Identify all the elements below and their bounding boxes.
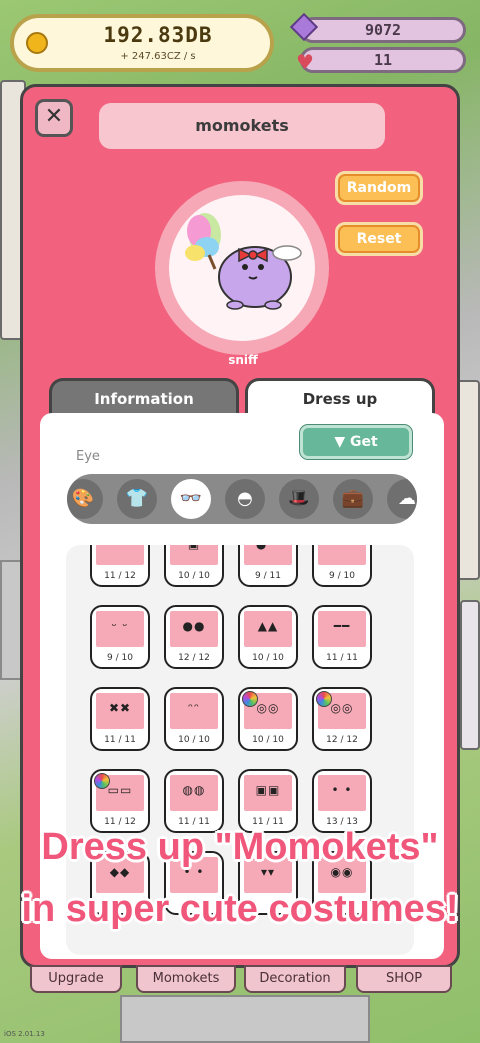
item-tile[interactable]: • • 13 / 13 [312,769,372,833]
mouth-icon[interactable]: ◓ [225,479,265,519]
nav-shop[interactable]: SHOP [356,965,452,993]
glasses-icon[interactable]: 👓 [171,479,211,519]
currency-display[interactable]: 192.83DB + 247.63CZ / s [10,14,274,72]
bag-icon[interactable]: 💼 [333,479,373,519]
building [460,600,480,750]
item-tile[interactable]: ᵕ ᵕ9 / 10 [90,605,150,669]
road [0,560,22,680]
road [120,995,370,1043]
coin-icon [26,32,48,54]
currency-amount: 192.83DB [103,23,213,47]
item-tile[interactable]: ▣▣ 11 / 11 [238,769,298,833]
category-label: Eye [76,449,100,464]
item-tile[interactable]: ◍◍ 11 / 11 [164,769,224,833]
tab-dress-up[interactable]: Dress up [245,378,435,418]
item-tile[interactable]: ◎◎ 10 / 10 [238,687,298,751]
nav-momokets[interactable]: Momokets [136,965,236,993]
close-icon: ✕ [44,104,64,129]
reset-button[interactable]: Reset [335,222,423,256]
promo-caption-line1: Dress up "Momokets" [41,826,439,868]
random-button[interactable]: Random [335,171,423,205]
get-button[interactable]: ▼ Get [300,425,412,459]
close-button[interactable]: ✕ [35,99,73,137]
item-tile[interactable]: ━━ 11 / 11 [312,605,372,669]
momoket-character [185,213,302,310]
item-tile[interactable]: ▲▲ 10 / 10 [238,605,298,669]
heart-icon: ♥ [296,50,314,74]
avatar-preview [155,181,329,355]
item-tile[interactable]: ●● 12 / 12 [164,605,224,669]
category-bar[interactable]: 🎨 👕 👓 ◓ 🎩 💼 ☁ [67,474,417,524]
item-tile[interactable]: ◎◎ 12 / 12 [312,687,372,751]
hat-icon[interactable]: 🎩 [279,479,319,519]
item-tile[interactable]: ✖✖ 11 / 11 [90,687,150,751]
item-tile[interactable]: •▣•10 / 10 [164,545,224,587]
item-tile[interactable]: • •11 / 12 [90,545,150,587]
character-name[interactable]: momokets [99,103,385,149]
dressup-panel: Eye ▼ Get 🎨 👕 👓 ◓ 🎩 💼 ☁ • •11 / 12 •▣•10… [40,413,444,959]
shirt-icon[interactable]: 👕 [117,479,157,519]
item-tile[interactable]: ▭▭ 11 / 12 [90,769,150,833]
tab-information[interactable]: Information [49,378,239,418]
nav-decoration[interactable]: Decoration [244,965,346,993]
item-tile[interactable]: • •9 / 10 [312,545,372,587]
palette-icon[interactable]: 🎨 [67,479,103,519]
item-tile[interactable]: ● •9 / 11 [238,545,298,587]
item-tile[interactable]: ᵔᵔ 10 / 10 [164,687,224,751]
nav-upgrade[interactable]: Upgrade [30,965,122,993]
heart-counter[interactable]: 11 [300,47,466,73]
promo-caption-line2: in super cute costumes! [21,888,459,930]
cloud-icon[interactable]: ☁ [387,479,417,519]
currency-rate: + 247.63CZ / s [120,51,196,62]
version-label: iOS 2.01.13 [4,1030,45,1038]
animation-label: sniff [228,353,258,367]
gem-counter[interactable]: 9072 [300,17,466,43]
